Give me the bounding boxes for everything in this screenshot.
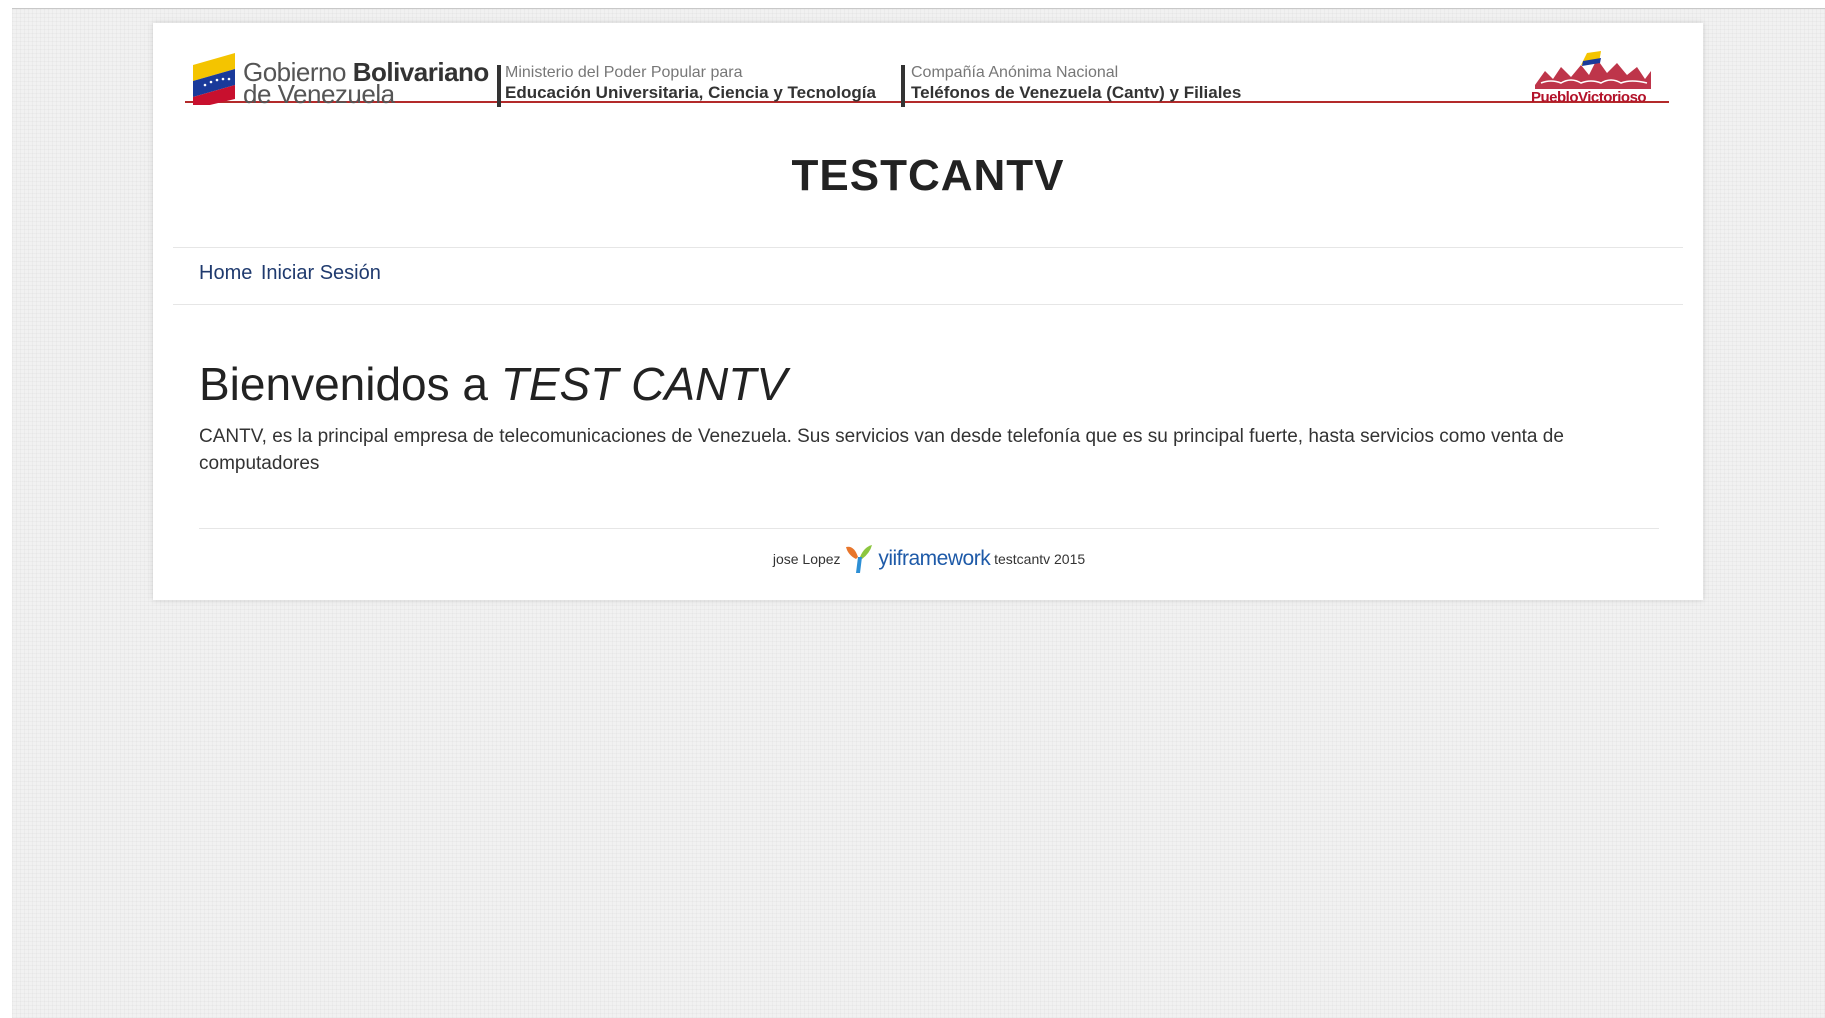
welcome-text: Bienvenidos a	[199, 358, 488, 410]
banner-divider	[901, 65, 905, 107]
yii-framework-link[interactable]: yiiframework	[878, 547, 990, 570]
government-logo-text: Gobierno Bolivariano de Venezuela	[243, 59, 489, 107]
company-label: Compañía Anónima Nacional Teléfonos de V…	[911, 63, 1241, 103]
pueblo-victorioso-text: PuebloVictorioso	[1531, 89, 1647, 106]
footer-author: jose Lopez	[772, 551, 841, 567]
welcome-heading: Bienvenidos a TEST CANTV	[199, 357, 787, 411]
intro-paragraph: CANTV, es la principal empresa de teleco…	[199, 426, 1564, 474]
footer: jose Lopez yiiframework testcantv 2015	[199, 528, 1659, 589]
banner-divider	[497, 65, 501, 107]
footer-content: jose Lopez yiiframework testcantv 2015	[199, 543, 1659, 575]
nav-login-link[interactable]: Iniciar Sesión	[261, 262, 381, 284]
ministry-small: Ministerio del Poder Popular para	[505, 64, 743, 81]
main-nav: Home Iniciar Sesión	[173, 247, 1683, 305]
venezuela-flag-logo-icon	[193, 53, 235, 105]
browser-viewport: Gobierno Bolivariano de Venezuela Minist…	[12, 8, 1825, 1018]
welcome-site-name: TEST CANTV	[500, 358, 788, 410]
company-bold: Teléfonos de Venezuela (Cantv) y Filiale…	[911, 83, 1242, 102]
nav-home-link[interactable]: Home	[199, 262, 252, 284]
company-small: Compañía Anónima Nacional	[911, 64, 1119, 81]
ministry-bold: Educación Universitaria, Ciencia y Tecno…	[505, 83, 876, 102]
yii-logo-icon	[846, 545, 873, 573]
footer-suffix: testcantv 2015	[994, 551, 1086, 567]
page-container: Gobierno Bolivariano de Venezuela Minist…	[153, 23, 1703, 600]
ministry-label: Ministerio del Poder Popular para Educac…	[505, 63, 876, 103]
government-banner: Gobierno Bolivariano de Venezuela Minist…	[185, 35, 1669, 107]
site-title: TESTCANTV	[791, 151, 1065, 200]
